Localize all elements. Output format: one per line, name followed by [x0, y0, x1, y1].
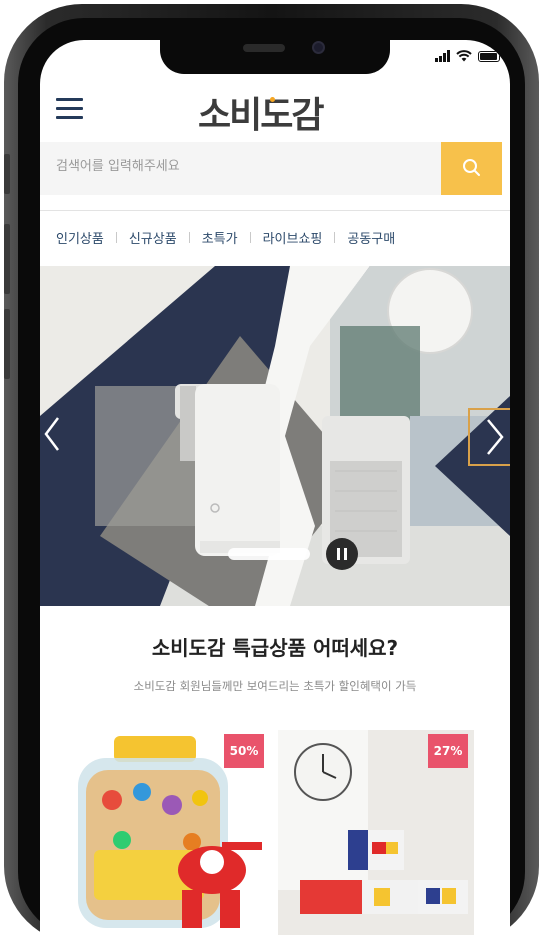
discount-badge: 27%	[428, 734, 468, 768]
nav-item-group-buy[interactable]: 공동구매	[347, 228, 395, 247]
discount-badge: 50%	[224, 734, 264, 768]
battery-icon	[478, 50, 500, 62]
volume-down-button	[4, 309, 10, 379]
nav-item-new[interactable]: 신규상품	[129, 228, 177, 247]
header-divider	[40, 210, 510, 211]
product-card[interactable]: 50%	[72, 730, 268, 935]
search-bar	[40, 142, 502, 195]
category-nav: 인기상품 신규상품 초특가 라이브쇼핑 공동구매	[40, 225, 510, 249]
search-input[interactable]	[54, 158, 434, 175]
section-subtitle: 소비도감 회원님들께만 보여드리는 초특가 할인혜택이 가득	[133, 679, 417, 693]
front-camera	[312, 41, 325, 54]
nav-item-popular[interactable]: 인기상품	[56, 228, 104, 247]
product-card[interactable]: 27%	[278, 730, 474, 935]
search-button[interactable]	[441, 142, 502, 195]
nav-item-live-shopping[interactable]: 라이브쇼핑	[263, 228, 323, 247]
nav-separator	[249, 231, 251, 243]
chevron-right-icon	[487, 419, 504, 455]
chevron-left-icon[interactable]	[42, 416, 62, 452]
mute-switch	[4, 154, 10, 194]
next-slide-button[interactable]	[468, 408, 510, 466]
slide-progress	[228, 548, 310, 560]
logo[interactable]: 소비도감	[198, 86, 324, 138]
app-screen: 소비도감 인기상품 신규상품 초특가 라이브쇼핑 공동구매	[40, 40, 510, 935]
app-header: 소비도감	[40, 80, 510, 138]
search-icon	[463, 159, 480, 176]
signal-icon	[435, 50, 450, 62]
menu-icon[interactable]	[56, 98, 83, 120]
wifi-icon	[456, 50, 472, 62]
speaker-grille	[243, 44, 285, 52]
volume-up-button	[4, 224, 10, 294]
logo-dot	[270, 97, 275, 102]
nav-item-special-price[interactable]: 초특가	[202, 228, 238, 247]
nav-separator	[334, 231, 336, 243]
nav-separator	[188, 231, 190, 243]
nav-separator	[115, 231, 117, 243]
notch	[160, 40, 390, 74]
status-bar	[435, 50, 500, 62]
hero-banner[interactable]	[40, 266, 510, 606]
pause-icon[interactable]	[326, 538, 358, 570]
section-title: 소비도감 특급상품 어떠세요?	[151, 636, 399, 660]
